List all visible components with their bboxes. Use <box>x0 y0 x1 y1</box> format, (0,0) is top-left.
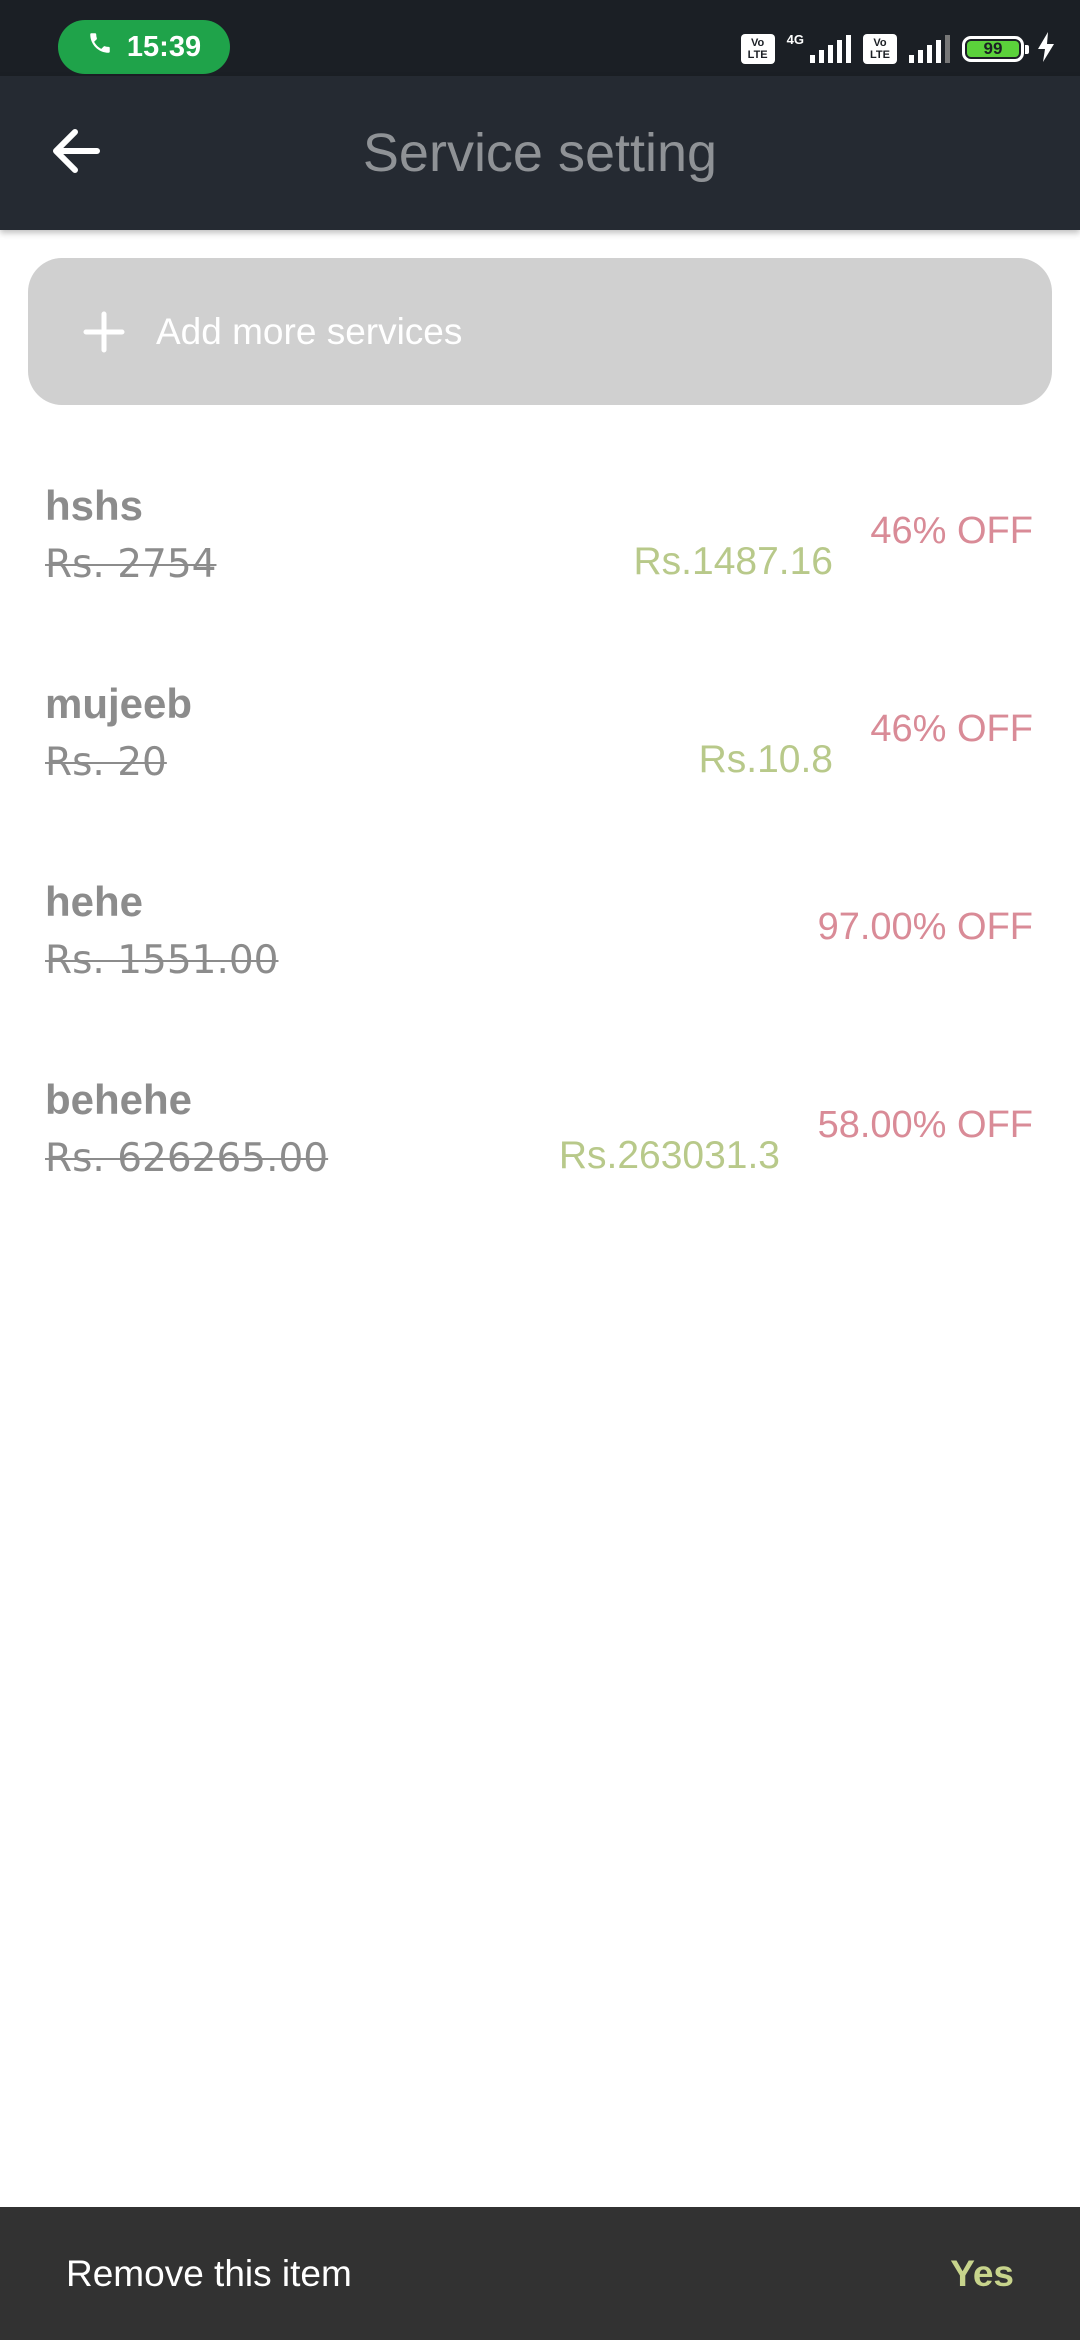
discounted-price: Rs.1487.16 <box>633 540 833 583</box>
signal-icon <box>909 35 950 63</box>
volte-icon: Vo LTE <box>740 34 775 64</box>
original-price: Rs. 20 <box>45 740 167 785</box>
original-price: Rs. 1551.00 <box>45 938 279 983</box>
discount-badge: 97.00% OFF <box>817 906 1033 948</box>
add-services-label: Add more services <box>156 310 463 352</box>
service-name: hehe <box>45 878 144 925</box>
service-name: mujeeb <box>45 680 193 727</box>
status-bar: 15:39 Vo LTE 4G Vo LTE 99 <box>0 0 1080 76</box>
discount-badge: 46% OFF <box>870 708 1033 750</box>
plus-icon <box>80 308 128 356</box>
call-time: 15:39 <box>126 30 202 63</box>
add-services-button[interactable]: Add more services <box>28 258 1052 405</box>
snackbar: Remove this item Yes <box>0 2207 1080 2340</box>
volte-icon: Vo LTE <box>863 34 897 64</box>
ongoing-call-pill[interactable]: 15:39 <box>58 20 230 74</box>
discount-badge: 46% OFF <box>870 510 1033 552</box>
list-item[interactable]: hehe Rs. 1551.00 97.00% OFF <box>0 856 1080 1054</box>
signal-icon <box>810 35 851 63</box>
service-name: behehe <box>45 1076 193 1123</box>
discounted-price: Rs.10.8 <box>698 738 833 781</box>
original-price: Rs. 626265.00 <box>45 1136 329 1181</box>
charging-icon <box>1036 31 1056 67</box>
list-item[interactable]: mujeeb Rs. 20 Rs.10.8 46% OFF <box>0 658 1080 856</box>
app-toolbar: Service setting <box>0 76 1080 230</box>
service-list: hshs Rs. 2754 Rs.1487.16 46% OFF mujeeb … <box>0 460 1080 1252</box>
network-type-label: 4G <box>786 31 804 47</box>
list-item[interactable]: hshs Rs. 2754 Rs.1487.16 46% OFF <box>0 460 1080 658</box>
page-title: Service setting <box>362 123 718 183</box>
phone-icon <box>87 30 113 64</box>
status-icons: Vo LTE 4G Vo LTE 99 <box>740 26 1056 72</box>
snackbar-yes-button[interactable]: Yes <box>950 2253 1014 2295</box>
list-item[interactable]: behehe Rs. 626265.00 Rs.263031.3 58.00% … <box>0 1054 1080 1252</box>
service-name: hshs <box>45 482 144 529</box>
original-price: Rs. 2754 <box>45 542 217 587</box>
discount-badge: 58.00% OFF <box>817 1104 1033 1146</box>
arrow-left-icon <box>51 128 101 179</box>
snackbar-message: Remove this item <box>66 2252 352 2294</box>
discounted-price: Rs.263031.3 <box>558 1134 780 1177</box>
battery-icon: 99 <box>962 36 1029 62</box>
battery-level: 99 <box>967 39 1019 58</box>
back-button[interactable] <box>40 120 112 186</box>
